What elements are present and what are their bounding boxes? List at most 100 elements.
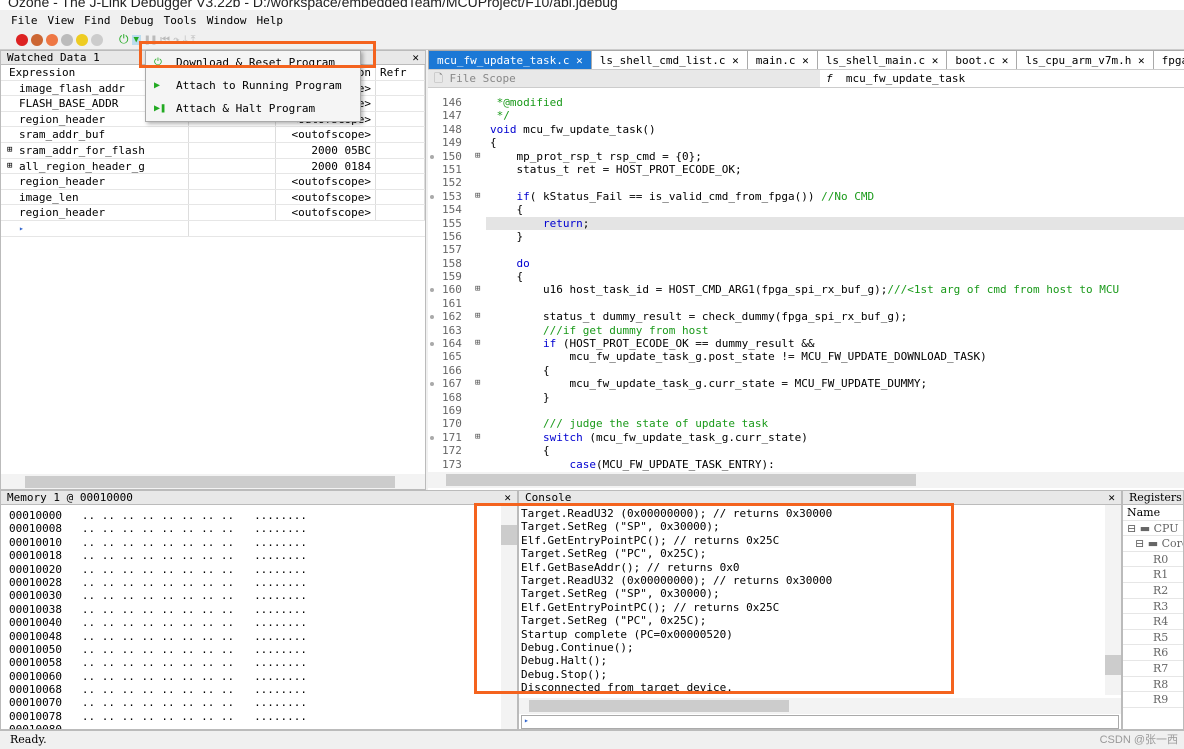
hex-bytes[interactable]: .. .. .. .. .. .. .. .. xyxy=(82,723,234,729)
ascii: ........ xyxy=(254,683,308,697)
function-select[interactable]: f mcu_fw_update_task xyxy=(820,70,1184,87)
menu-item-2[interactable]: ▶❚ Attach & Halt Program xyxy=(146,97,360,120)
hex-bytes[interactable]: .. .. .. .. .. .. .. .. xyxy=(82,536,234,549)
hex-bytes[interactable]: .. .. .. .. .. .. .. .. xyxy=(82,576,234,589)
line-number: 167 xyxy=(442,377,462,391)
hex-bytes[interactable]: .. .. .. .. .. .. .. .. xyxy=(82,549,234,562)
tab-ls_shell_main.c[interactable]: ls_shell_main.c ✕ xyxy=(816,50,948,69)
add-row[interactable]: ▸ xyxy=(1,220,425,237)
close-tab-icon[interactable]: ✕ xyxy=(796,54,809,67)
expand-icon[interactable]: ⊞ xyxy=(475,431,480,444)
tab-mcu_fw_update_task.c[interactable]: mcu_fw_update_task.c ✕ xyxy=(428,50,592,69)
hex-bytes[interactable]: .. .. .. .. .. .. .. .. xyxy=(82,710,234,723)
expand-icon[interactable]: ⊞ xyxy=(475,150,480,163)
tab-ls_shell_cmd_list.c[interactable]: ls_shell_cmd_list.c ✕ xyxy=(590,50,748,69)
breakpoint-marker-icon[interactable] xyxy=(430,288,434,293)
code-token: status_t ret = HOST_PROT_ECODE_OK; xyxy=(490,162,742,176)
menu-debug[interactable]: Debug xyxy=(116,12,159,30)
file-scope-select[interactable]: 🗋 File Scope xyxy=(428,70,820,87)
register-row[interactable]: R6 xyxy=(1123,645,1183,661)
close-icon[interactable]: ✕ xyxy=(412,51,419,65)
hex-bytes[interactable]: .. .. .. .. .. .. .. .. xyxy=(82,616,234,629)
menu-item-1[interactable]: ▶ Attach to Running Program xyxy=(146,74,360,97)
register-row[interactable]: R0 xyxy=(1123,552,1183,568)
connect-icon[interactable] xyxy=(16,33,28,46)
close-tab-icon[interactable]: ✕ xyxy=(925,54,939,67)
hex-bytes[interactable]: .. .. .. .. .. .. .. .. xyxy=(82,683,234,696)
tab-boot.c[interactable]: boot.c ✕ xyxy=(946,50,1018,69)
broom-icon[interactable] xyxy=(31,33,43,46)
hex-bytes[interactable]: .. .. .. .. .. .. .. .. xyxy=(82,522,234,535)
code-line: 153 ⊞ if( kStatus_Fail == is_valid_cmd_fr… xyxy=(428,189,1184,204)
tab-ls_cpu_arm_v7m.h[interactable]: ls_cpu_arm_v7m.h ✕ xyxy=(1016,50,1154,69)
horizontal-scrollbar[interactable] xyxy=(428,472,1184,488)
close-icon[interactable]: ✕ xyxy=(1108,491,1115,505)
menu-window[interactable]: Window xyxy=(202,12,252,30)
console-input[interactable]: ▸ xyxy=(521,715,1119,729)
breakpoint-marker-icon[interactable] xyxy=(430,342,434,347)
menu-file[interactable]: File xyxy=(6,12,43,30)
column-refresh[interactable]: Refr xyxy=(376,65,425,80)
horizontal-scrollbar[interactable] xyxy=(519,698,1121,714)
register-row[interactable]: R1 xyxy=(1123,567,1183,583)
table-row[interactable]: image_len <outofscope> xyxy=(1,189,425,206)
menu-find[interactable]: Find xyxy=(79,12,116,30)
hex-bytes[interactable]: .. .. .. .. .. .. .. .. xyxy=(82,509,234,522)
breakpoint-marker-icon[interactable] xyxy=(430,194,434,199)
expand-icon[interactable]: ⊞ xyxy=(7,159,12,174)
expand-icon[interactable]: ⊞ xyxy=(475,310,480,323)
close-tab-icon[interactable]: ✕ xyxy=(726,54,739,67)
table-row[interactable]: sram_addr_buf <outofscope> xyxy=(1,127,425,143)
breakpoint-marker-icon[interactable] xyxy=(430,435,434,440)
register-row[interactable]: R2 xyxy=(1123,583,1183,599)
memory-view[interactable]: 00010000 .. .. .. .. .. .. .. .. .......… xyxy=(1,505,517,729)
table-row[interactable]: region_header <outofscope> xyxy=(1,174,425,190)
power-icon[interactable]: ⏻ xyxy=(119,32,129,47)
register-row[interactable]: R8 xyxy=(1123,677,1183,693)
tab-fpga_sp[interactable]: fpga_sp xyxy=(1152,50,1184,69)
breakpoint-icon[interactable] xyxy=(46,33,58,46)
hex-bytes[interactable]: .. .. .. .. .. .. .. .. xyxy=(82,656,234,669)
clear-icon[interactable] xyxy=(61,33,73,46)
expand-icon[interactable]: ⊞ xyxy=(475,283,480,296)
register-row[interactable]: R5 xyxy=(1123,630,1183,646)
expand-icon[interactable]: ⊞ xyxy=(475,337,480,350)
expand-icon[interactable]: ⊞ xyxy=(7,143,12,158)
breakpoint-marker-icon[interactable] xyxy=(430,382,434,387)
value: 2000 05BC xyxy=(276,142,376,158)
hex-bytes[interactable]: .. .. .. .. .. .. .. .. xyxy=(82,589,234,602)
tab-main.c[interactable]: main.c ✕ xyxy=(746,50,818,69)
expand-icon[interactable]: ⊞ xyxy=(475,377,480,390)
close-tab-icon[interactable]: ✕ xyxy=(1131,54,1145,67)
hex-bytes[interactable]: .. .. .. .. .. .. .. .. xyxy=(82,670,234,683)
close-tab-icon[interactable]: ✕ xyxy=(569,54,583,67)
hex-bytes[interactable]: .. .. .. .. .. .. .. .. xyxy=(82,603,234,616)
vertical-scrollbar[interactable] xyxy=(1105,505,1121,695)
tree-group-cpu[interactable]: ⊟ ▬ CPU xyxy=(1123,521,1183,537)
code-area[interactable]: 146 *@modified 147 */148 void mcu_fw_updat… xyxy=(428,88,1184,471)
register-row[interactable]: R3 xyxy=(1123,599,1183,615)
register-row[interactable]: R7 xyxy=(1123,661,1183,677)
tree-group-core[interactable]: ⊟ ▬ Core xyxy=(1123,536,1183,552)
column-name[interactable]: Name xyxy=(1123,505,1183,521)
register-row[interactable]: R4 xyxy=(1123,614,1183,630)
brush-icon[interactable] xyxy=(91,33,103,46)
hex-bytes[interactable]: .. .. .. .. .. .. .. .. xyxy=(82,643,234,656)
breakpoint-marker-icon[interactable] xyxy=(430,154,434,159)
table-row[interactable]: region_header <outofscope> xyxy=(1,205,425,221)
table-row[interactable]: ⊞ sram_addr_for_flash 2000 05BC xyxy=(1,142,425,159)
horizontal-scrollbar[interactable] xyxy=(1,474,425,489)
hex-bytes[interactable]: .. .. .. .. .. .. .. .. xyxy=(82,696,234,709)
menu-help[interactable]: Help xyxy=(252,12,289,30)
address: 00010070 xyxy=(9,696,62,710)
register-row[interactable]: R9 xyxy=(1123,692,1183,708)
hex-bytes[interactable]: .. .. .. .. .. .. .. .. xyxy=(82,563,234,576)
menu-tools[interactable]: Tools xyxy=(159,12,202,30)
hex-bytes[interactable]: .. .. .. .. .. .. .. .. xyxy=(82,630,234,643)
menu-view[interactable]: View xyxy=(43,12,80,30)
table-row[interactable]: ⊞ all_region_header_g 2000 0184 xyxy=(1,158,425,175)
close-tab-icon[interactable]: ✕ xyxy=(995,54,1009,67)
watch-icon[interactable] xyxy=(76,33,88,46)
expand-icon[interactable]: ⊞ xyxy=(475,190,480,203)
breakpoint-marker-icon[interactable] xyxy=(430,315,434,320)
